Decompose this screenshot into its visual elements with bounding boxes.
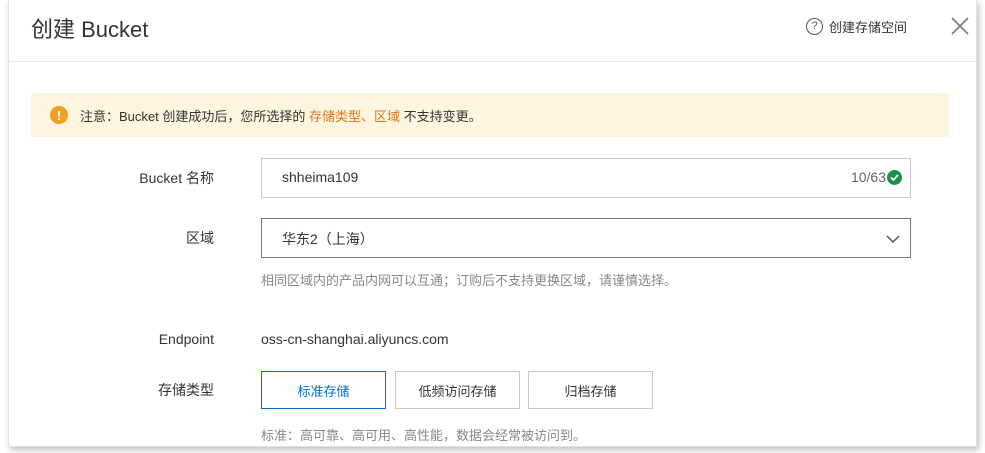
- warning-icon: !: [50, 106, 68, 124]
- help-link[interactable]: ? 创建存储空间: [806, 15, 907, 37]
- storage-class-label: 存储类型: [158, 382, 214, 398]
- storage-option-infrequent[interactable]: 低频访问存储: [395, 371, 520, 409]
- bucket-name-value: shheima109: [282, 169, 359, 185]
- notice-separator: 、: [360, 108, 374, 124]
- storage-option-standard[interactable]: 标准存储: [261, 371, 386, 409]
- notice-suffix: 不支持变更。: [400, 108, 482, 124]
- storage-class-hint: 标准：高可靠、高可用、高性能，数据会经常被访问到。: [261, 428, 587, 443]
- dialog-title: 创建 Bucket: [31, 17, 149, 42]
- close-icon: [951, 17, 969, 35]
- help-link-label: 创建存储空间: [829, 19, 908, 35]
- storage-option-archive[interactable]: 归档存储: [528, 371, 653, 409]
- region-hint: 相同区域内的产品内网可以互通；订购后不支持更换区域，请谨慎选择。: [261, 273, 678, 288]
- region-label: 区域: [186, 230, 214, 246]
- bucket-name-counter: 10/63: [851, 169, 902, 185]
- bucket-name-label: Bucket 名称: [139, 170, 214, 186]
- create-bucket-dialog: 创建 Bucket ? 创建存储空间 ! 注意：Bucket 创建成功后，您所选…: [8, 0, 977, 447]
- region-value: 华东2（上海）: [282, 231, 374, 247]
- check-circle-icon: [887, 169, 902, 185]
- endpoint-label: Endpoint: [158, 331, 214, 347]
- question-icon: ?: [806, 17, 823, 35]
- notice-highlight-region: 区域: [374, 108, 401, 124]
- endpoint-value: oss-cn-shanghai.aliyuncs.com: [261, 331, 449, 347]
- counter-text: 10/63: [850, 169, 886, 185]
- chevron-down-icon: [886, 235, 900, 244]
- dialog-header: 创建 Bucket ? 创建存储空间: [9, 0, 976, 62]
- notice-highlight-storage-class: 存储类型: [308, 108, 361, 124]
- notice-prefix: 注意：Bucket 创建成功后，您所选择的: [80, 108, 309, 124]
- close-button[interactable]: [949, 15, 971, 37]
- bucket-name-input[interactable]: shheima109 10/63: [261, 158, 911, 198]
- region-select[interactable]: 华东2（上海）: [261, 218, 911, 258]
- warning-notice: ! 注意：Bucket 创建成功后，您所选择的 存储类型 、 区域 不支持变更。: [31, 93, 949, 137]
